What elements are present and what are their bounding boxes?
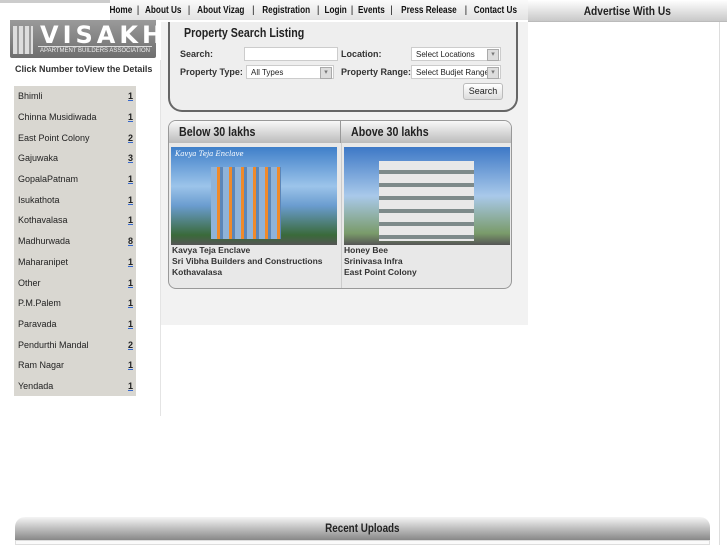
search-title: Property Search Listing — [184, 25, 305, 40]
location-name: Ram Nagar — [18, 360, 65, 371]
advertise-header: Advertise With Us — [528, 0, 727, 22]
location-name: Pendurthi Mandal — [18, 339, 89, 350]
range-label: Property Range: — [341, 67, 412, 77]
nav-separator: | — [464, 4, 468, 16]
location-name: Other — [18, 277, 41, 288]
nav-press-release[interactable]: Press Release — [401, 5, 457, 16]
location-item: Chinna Musidiwada 1 — [14, 107, 136, 128]
property-type-select[interactable]: All Types — [246, 65, 334, 79]
nav-separator: | — [251, 4, 255, 16]
location-item: Bhimli 1 — [14, 86, 136, 107]
above-30-header: Above 30 lakhs — [341, 121, 511, 143]
location-item: GopalaPatnam 1 — [14, 169, 136, 190]
nav-separator: | — [187, 4, 191, 16]
nav-separator: | — [136, 4, 140, 16]
location-name: Maharanipet — [18, 256, 69, 267]
logo[interactable]: VISAKHA APARTMENT BUILDERS ASSOCIATION — [10, 20, 185, 58]
property-range-select[interactable]: Select Budjet Range — [411, 65, 501, 79]
recent-uploads-header: Recent Uploads — [15, 517, 710, 540]
divider — [719, 22, 720, 545]
location-item: Pendurthi Mandal 2 — [14, 334, 136, 355]
sidebar-hint: Click Number toView the Details — [15, 64, 153, 74]
nav-home[interactable]: Home — [110, 5, 132, 16]
location-item: Gajuwaka 3 — [14, 148, 136, 169]
location-item: Isukathota 1 — [14, 189, 136, 210]
location-count-link[interactable]: 1 — [128, 195, 133, 205]
location-count-link[interactable]: 1 — [128, 174, 133, 184]
location-name: Isukathota — [18, 194, 60, 205]
location-count-link[interactable]: 1 — [128, 215, 133, 225]
search-input[interactable] — [244, 47, 338, 61]
location-name: Chinna Musidiwada — [18, 112, 97, 123]
search-panel: Property Search Listing Search: Location… — [168, 22, 518, 112]
property-image-honey-bee[interactable] — [344, 147, 510, 245]
location-count-link[interactable]: 2 — [128, 133, 133, 143]
location-item: Other 1 — [14, 272, 136, 293]
location-list: Bhimli 1 Chinna Musidiwada 1 East Point Colo… — [14, 86, 136, 397]
listing-above-30[interactable]: Honey Bee Srinivasa Infra East Point Colon… — [344, 245, 417, 278]
nav-login[interactable]: Login — [324, 5, 346, 16]
location-name: Yendada — [18, 380, 54, 391]
location-count-link[interactable]: 1 — [128, 298, 133, 308]
location-name: East Point Colony — [18, 132, 90, 143]
location-count-link[interactable]: 1 — [128, 360, 133, 370]
nav-about-us[interactable]: About Us — [145, 5, 181, 16]
location-count-link[interactable]: 1 — [128, 91, 133, 101]
location-count-link[interactable]: 2 — [128, 340, 133, 350]
location-count-link[interactable]: 3 — [128, 153, 133, 163]
location-name: Madhurwada — [18, 236, 71, 247]
location-item: Yendada 1 — [14, 376, 136, 397]
location-name: P.M.Palem — [18, 298, 61, 309]
property-image-kavya-teja[interactable]: Kavya Teja Enclave — [171, 147, 337, 245]
location-count-link[interactable]: 1 — [128, 278, 133, 288]
location-name: GopalaPatnam — [18, 174, 79, 185]
location-item: P.M.Palem 1 — [14, 293, 136, 314]
location-item: Madhurwada 8 — [14, 231, 136, 252]
location-count-link[interactable]: 1 — [128, 257, 133, 267]
location-name: Bhimli — [18, 91, 43, 102]
location-name: Paravada — [18, 318, 57, 329]
nav-separator: | — [350, 4, 354, 16]
location-count-link[interactable]: 1 — [128, 381, 133, 391]
location-item: Paravada 1 — [14, 314, 136, 335]
logo-subtitle: APARTMENT BUILDERS ASSOCIATION — [38, 46, 152, 54]
location-name: Kothavalasa — [18, 215, 68, 226]
nav-separator: | — [316, 4, 320, 16]
main-nav: Home | About Us | About Vizag | Registration | L… — [110, 0, 528, 20]
search-button[interactable]: Search — [463, 83, 503, 100]
below-30-header: Below 30 lakhs — [169, 121, 341, 143]
location-item: Kothavalasa 1 — [14, 210, 136, 231]
location-count-link[interactable]: 1 — [128, 319, 133, 329]
nav-events[interactable]: Events — [358, 5, 385, 16]
location-count-link[interactable]: 1 — [128, 112, 133, 122]
location-label: Location: — [341, 49, 382, 59]
property-listings: Below 30 lakhs Above 30 lakhs Kavya Teja… — [168, 120, 512, 289]
recent-uploads-body — [15, 540, 710, 545]
nav-separator: | — [390, 4, 393, 16]
type-label: Property Type: — [180, 67, 243, 77]
search-label: Search: — [180, 49, 214, 59]
nav-registration[interactable]: Registration — [262, 5, 310, 16]
nav-about-vizag[interactable]: About Vizag — [198, 5, 245, 16]
location-count-link[interactable]: 8 — [128, 236, 133, 246]
location-select[interactable]: Select Locations — [411, 47, 501, 61]
location-item: Maharanipet 1 — [14, 252, 136, 273]
building-icon — [13, 26, 33, 54]
nav-contact-us[interactable]: Contact Us — [474, 5, 517, 16]
listing-below-30[interactable]: Kavya Teja Enclave Sri Vibha Builders and… — [172, 245, 323, 278]
location-item: East Point Colony 2 — [14, 127, 136, 148]
location-item: Ram Nagar 1 — [14, 355, 136, 376]
location-name: Gajuwaka — [18, 153, 59, 164]
